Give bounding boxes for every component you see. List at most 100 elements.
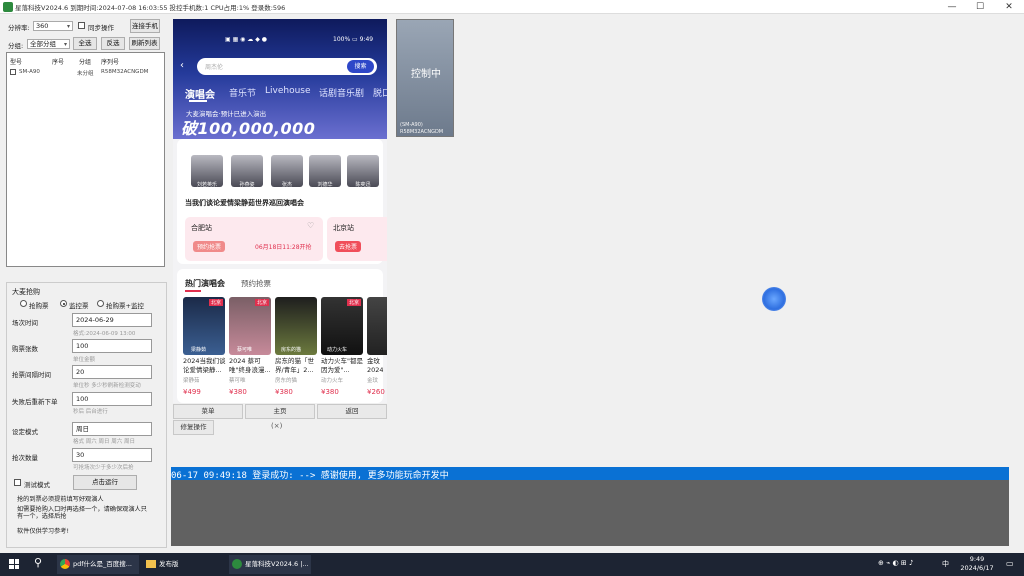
- start-run-button[interactable]: 点击运行: [73, 475, 137, 490]
- invert-select-button[interactable]: 反选: [101, 37, 125, 50]
- reserve-tab[interactable]: 预约抢票: [241, 278, 271, 289]
- taskbar-folder[interactable]: 发布版: [143, 555, 225, 574]
- note-3: 软件仅供学习参考!: [17, 528, 69, 535]
- menu-button[interactable]: 菜单: [173, 404, 243, 419]
- log-area[interactable]: [171, 480, 1009, 546]
- sale-time: 06月18日11:28开抢: [255, 244, 312, 251]
- buy-now-button[interactable]: 去抢票: [335, 241, 362, 252]
- taskbar-label: 星落科技V2024.6 |...: [245, 560, 309, 568]
- hot-concerts-title[interactable]: 热门演唱会: [185, 278, 225, 289]
- poster-artist: 蔡可唯: [237, 347, 253, 353]
- ticket-count-input[interactable]: 100: [72, 339, 152, 353]
- city-card-hefei[interactable]: 合肥站 ♡ 预约抢票 06月18日11:28开抢: [185, 217, 323, 261]
- retry-input[interactable]: 100: [72, 392, 152, 406]
- poster-subtitle: 梁静茹: [183, 378, 200, 384]
- phone-screen[interactable]: ▣ ▦ ◉ ☁ ◆ ● 100% ▭ 9:49 ‹ 周杰伦 搜索 演唱会 音乐节…: [173, 19, 387, 403]
- search-bar[interactable]: 周杰伦 搜索: [197, 58, 377, 75]
- group-select[interactable]: 全部分组 ▾: [27, 39, 70, 49]
- artist-thumb[interactable]: 刘德华: [309, 155, 341, 188]
- list-header-serial: 序列号: [101, 59, 120, 66]
- radio-monitor-label: 监控票: [69, 302, 89, 310]
- start-icon[interactable]: [9, 559, 19, 569]
- poster-price: ¥260: [367, 388, 385, 396]
- field-label-mode: 设定模式: [12, 428, 38, 436]
- clock[interactable]: 9:49 2024/6/17: [960, 555, 994, 573]
- radio-buy-monitor[interactable]: [97, 300, 104, 307]
- banner-headline: 破100,000,000: [181, 119, 316, 138]
- tab-festival[interactable]: 音乐节: [229, 86, 256, 99]
- test-mode-label: 测试模式: [24, 481, 50, 489]
- session-time-input[interactable]: 2024-06-29: [72, 313, 152, 327]
- count-hint: 可抢场次少于多少次后抢: [73, 465, 134, 471]
- device-serial: R58M32ACNGDM: [101, 69, 149, 75]
- city-card-beijing[interactable]: 北京站 去抢票: [327, 217, 387, 261]
- tab-comedy[interactable]: 脱口: [373, 86, 387, 99]
- poster-item[interactable]: [367, 297, 387, 355]
- connect-phone-button[interactable]: 连接手机: [130, 19, 160, 33]
- mode-hint: 格式 周六 周日 周六 周日: [73, 439, 135, 445]
- poster-title: 动力火车"都是因为爱"...: [321, 357, 363, 374]
- search-icon[interactable]: ⚲: [34, 556, 42, 569]
- device-thumbnail[interactable]: 控制中 (SM-A90) R58M32ACNGDM: [396, 19, 454, 137]
- artist-thumb[interactable]: 孙燕姿: [231, 155, 263, 188]
- chevron-down-icon: ▾: [63, 41, 67, 48]
- hot-underline: [185, 290, 201, 292]
- thumbnail-status: 控制中: [411, 69, 441, 80]
- count-input[interactable]: 30: [72, 448, 152, 462]
- session-time-hint: 格式:2024-06-09 13:00: [73, 331, 136, 337]
- taskbar-app[interactable]: 星落科技V2024.6 |...: [229, 555, 311, 574]
- note-2: 如需要抢购入口时再选择一个，请确保观演人只有一个，选择后抢: [17, 506, 147, 520]
- featured-card[interactable]: 刘若英乐 孙燕姿 张杰 刘德华 陈奕迅 当我们谈论爱情梁静茹世界巡回演唱会 合肥…: [177, 139, 387, 264]
- select-all-button[interactable]: 全选: [73, 37, 97, 50]
- group-value: 全部分组: [30, 40, 56, 48]
- hot-concerts-card: 热门演唱会 预约抢票 北京 北京 北京 梁静茹 蔡可唯 房东的猫 动力火车 20…: [177, 269, 387, 403]
- chevron-down-icon: ▾: [66, 23, 70, 30]
- poster-title: 2024当我们谈论爱情梁静...: [183, 357, 226, 374]
- taskbar-browser[interactable]: pdf什么是_百度搜...: [57, 555, 139, 574]
- tray-icons[interactable]: ⊕ ⌁ ◐ ⊞ ♪: [878, 559, 913, 567]
- heart-icon[interactable]: ♡: [307, 221, 314, 230]
- ime-indicator[interactable]: 中: [942, 559, 949, 569]
- home-button[interactable]: 主页: [245, 404, 315, 419]
- test-mode-checkbox[interactable]: [14, 479, 21, 486]
- tab-livehouse[interactable]: Livehouse: [265, 86, 311, 96]
- interval-hint: 单位秒 多少秒刷新检测变动: [73, 383, 141, 389]
- close-mirror-button[interactable]: (×): [271, 422, 282, 430]
- minimize-button[interactable]: —: [938, 0, 966, 14]
- back-icon[interactable]: ‹: [180, 60, 184, 71]
- poster-title: 房东的猫「世界/青年」2...: [275, 357, 314, 374]
- reserve-button[interactable]: 预约抢票: [193, 241, 226, 252]
- mode-input[interactable]: 周日: [72, 422, 152, 436]
- artist-thumb[interactable]: 张杰: [271, 155, 303, 188]
- clock-date: 2024/6/17: [960, 564, 994, 572]
- field-label-session-time: 场次时间: [12, 319, 38, 327]
- search-button[interactable]: 搜索: [347, 60, 374, 73]
- radio-monitor[interactable]: [60, 300, 67, 307]
- note-1: 抢的到票必须提前填写好观演人: [17, 496, 104, 503]
- notification-icon[interactable]: ▭: [1006, 559, 1014, 568]
- artist-thumb[interactable]: 陈奕迅: [347, 155, 379, 188]
- refresh-list-button[interactable]: 刷新列表: [129, 37, 160, 50]
- tab-concert[interactable]: 演唱会: [185, 86, 215, 101]
- field-label-interval: 抢票间隔时间: [12, 371, 51, 379]
- close-button[interactable]: ✕: [995, 0, 1023, 14]
- status-icons: ▣ ▦ ◉ ☁ ◆ ●: [225, 36, 267, 43]
- clock-time: 9:49: [969, 555, 985, 563]
- resolution-select[interactable]: 360 ▾: [33, 21, 73, 31]
- device-group: 未分组: [77, 71, 94, 77]
- app-logo-icon: [3, 2, 13, 12]
- folder-icon: [146, 560, 156, 568]
- maximize-button[interactable]: ☐: [966, 0, 994, 14]
- device-row-checkbox[interactable]: [10, 69, 16, 75]
- sync-checkbox[interactable]: [78, 22, 85, 29]
- artist-thumb[interactable]: 刘若英乐: [191, 155, 223, 188]
- artist-name: 刘若英乐: [196, 182, 217, 188]
- back-button[interactable]: 返回: [317, 404, 387, 419]
- radio-buy[interactable]: [20, 300, 27, 307]
- interval-input[interactable]: 20: [72, 365, 152, 379]
- tab-drama[interactable]: 话剧音乐剧: [319, 86, 364, 99]
- app-icon: [232, 559, 242, 569]
- device-list[interactable]: 型号 序号 分组 序列号 SM-A90 未分组 R58M32ACNGDM: [6, 52, 165, 267]
- fix-operation-button[interactable]: 修复操作: [173, 420, 214, 435]
- search-input[interactable]: 周杰伦: [205, 62, 223, 71]
